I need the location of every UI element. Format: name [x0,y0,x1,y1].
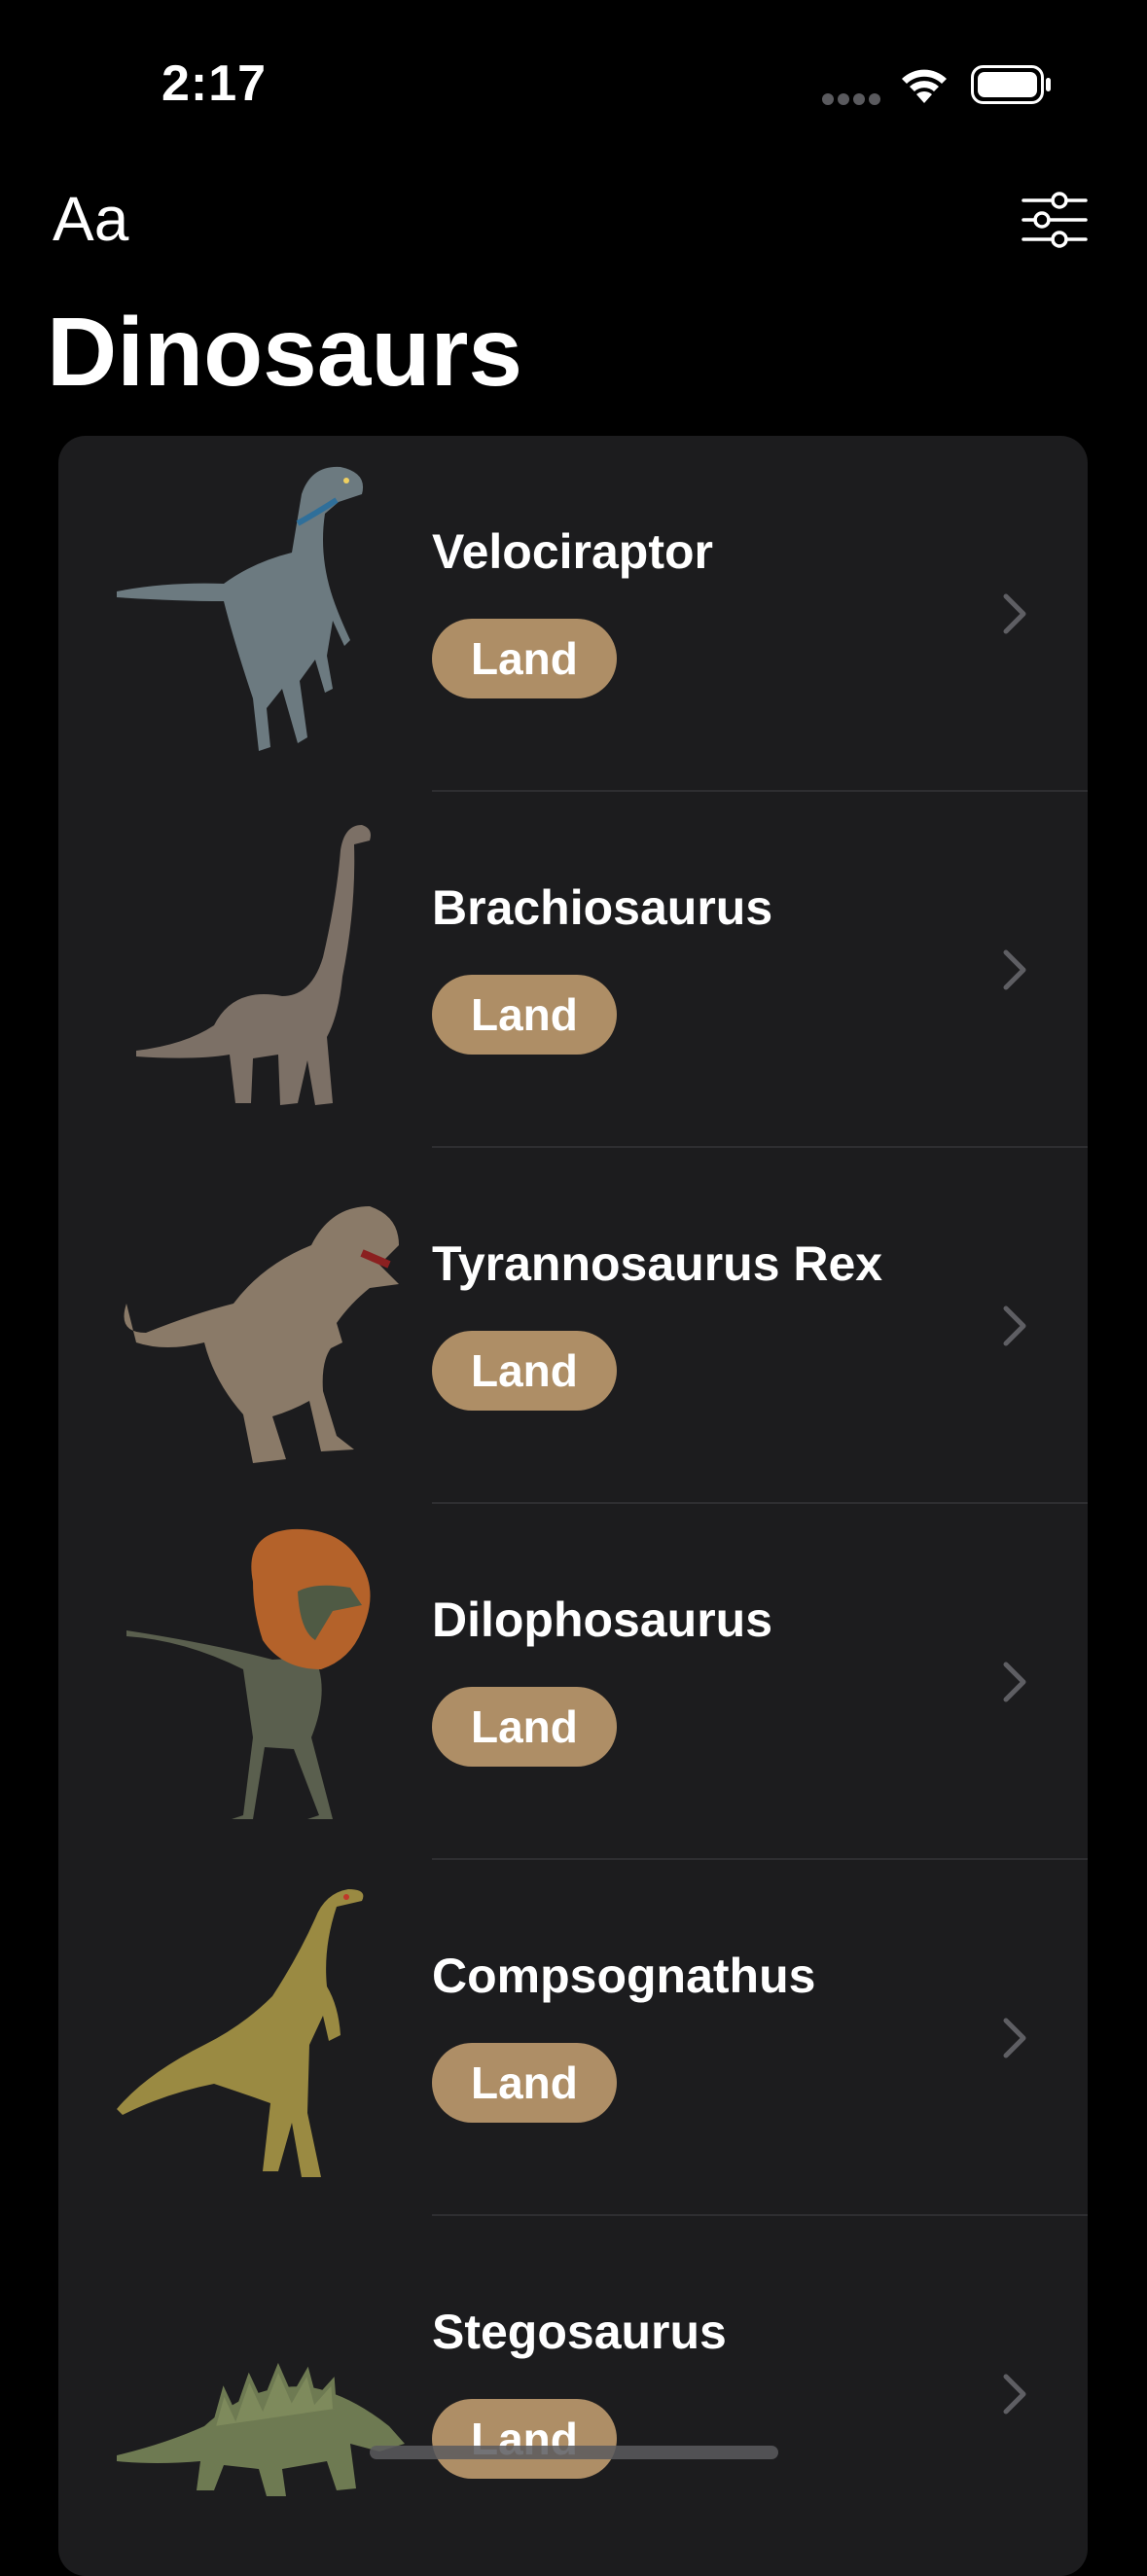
habitat-badge: Land [432,1331,617,1411]
wifi-icon [902,69,947,103]
dinosaur-name: Tyrannosaurus Rex [432,1236,883,1291]
dinosaur-name: Dilophosaurus [432,1592,773,1647]
stegosaurus-image [117,2362,405,2496]
habitat-badge: Land [432,1687,617,1767]
velociraptor-image [117,466,364,751]
dinosaur-name: Brachiosaurus [432,880,773,935]
list-item[interactable]: Velociraptor Land [58,436,1088,792]
dilophosaurus-image [126,1528,371,1819]
page-title: Dinosaurs [47,298,523,407]
habitat-badge: Land [432,2043,617,2123]
status-time: 2:17 [161,55,268,112]
home-indicator[interactable] [370,2446,778,2459]
cellular-signal-icon [822,93,880,105]
chevron-right-icon [1003,1662,1026,1702]
list-item[interactable]: Tyrannosaurus Rex Land [58,1148,1088,1504]
list-item[interactable]: Compsognathus Land [58,1860,1088,2216]
list-item[interactable]: Dilophosaurus Land [58,1504,1088,1860]
chevron-right-icon [1003,2374,1026,2415]
dinosaur-name: Stegosaurus [432,2305,727,2359]
brachiosaurus-image [136,825,371,1105]
chevron-right-icon [1003,593,1026,634]
list-item[interactable]: Stegosaurus Land [58,2216,1088,2572]
chevron-right-icon [1003,949,1026,990]
font-size-button[interactable]: Aa [53,183,128,255]
compsognathus-image [117,1889,364,2177]
dinosaur-name: Compsognathus [432,1949,816,2003]
sliders-icon[interactable] [1022,191,1088,249]
habitat-badge: Land [432,2399,617,2479]
battery-icon [971,65,1051,104]
chevron-right-icon [1003,2018,1026,2058]
dinosaur-name: Velociraptor [432,524,713,579]
habitat-badge: Land [432,975,617,1055]
chevron-right-icon [1003,1306,1026,1346]
tyrannosaurus-rex-image [124,1206,399,1463]
status-bar: 2:17 [0,0,1147,146]
list-item[interactable]: Brachiosaurus Land [58,792,1088,1148]
dinosaur-list: Velociraptor Land Brachiosaurus Land Tyr… [58,436,1088,2576]
habitat-badge: Land [432,619,617,698]
